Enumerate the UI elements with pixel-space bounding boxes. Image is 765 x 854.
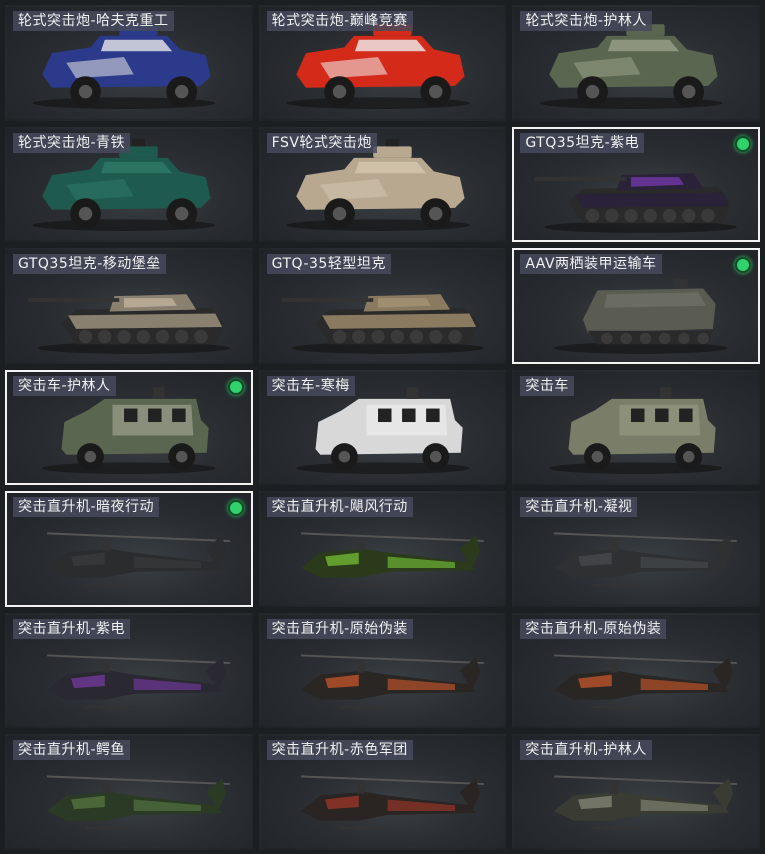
equipped-status-icon <box>735 135 751 152</box>
vehicle-skin-card[interactable]: GTQ35坦克-移动堡垒 <box>5 248 253 364</box>
vehicle-skin-card[interactable]: 突击直升机-凝视 <box>512 491 760 607</box>
vehicle-skin-label: 突击车-护林人 <box>13 375 116 396</box>
vehicle-skin-label: AAV两栖装甲运输车 <box>520 254 662 275</box>
vehicle-skin-card[interactable]: GTQ-35轻型坦克 <box>258 248 507 364</box>
vehicle-skin-label: 轮式突击炮-哈夫克重工 <box>13 11 174 31</box>
vehicle-skin-label: 突击直升机-暗夜行动 <box>13 497 160 518</box>
vehicle-skin-card[interactable]: 突击直升机-鳄鱼 <box>5 734 253 850</box>
equipped-status-icon <box>227 378 244 395</box>
vehicle-skin-card[interactable]: 突击车 <box>512 369 760 486</box>
vehicle-skin-label: 突击直升机-原始伪装 <box>520 618 667 639</box>
vehicle-skin-grid: 轮式突击炮-哈夫克重工 轮式突击炮-巅峰竞赛 轮式突击炮-护林人 轮式突击炮-青… <box>5 5 760 850</box>
vehicle-skin-label: 突击直升机-飓风行动 <box>266 497 413 518</box>
vehicle-skin-label: 轮式突击炮-巅峰竞赛 <box>266 11 413 31</box>
vehicle-skin-label: FSV轮式突击炮 <box>266 132 377 153</box>
vehicle-skin-card[interactable]: 突击直升机-原始伪装 <box>258 612 507 729</box>
vehicle-skin-card[interactable]: 突击车-护林人 <box>5 369 253 486</box>
vehicle-skin-card[interactable]: 轮式突击炮-青铁 <box>5 126 253 243</box>
vehicle-skin-label: 突击直升机-鳄鱼 <box>13 740 131 761</box>
vehicle-skin-label: 轮式突击炮-青铁 <box>13 132 131 153</box>
vehicle-skin-label: 突击车 <box>520 375 574 396</box>
vehicle-skin-card[interactable]: 突击直升机-紫电 <box>5 612 253 729</box>
vehicle-skin-label: 突击直升机-护林人 <box>520 740 652 761</box>
vehicle-skin-card[interactable]: GTQ35坦克-紫电 <box>512 126 760 243</box>
equipped-status-icon <box>227 500 244 517</box>
vehicle-skin-card[interactable]: 突击车-寒梅 <box>258 369 507 486</box>
vehicle-skin-card[interactable]: FSV轮式突击炮 <box>258 126 507 243</box>
vehicle-skin-label: GTQ35坦克-紫电 <box>520 132 645 153</box>
vehicle-skin-label: 轮式突击炮-护林人 <box>520 11 652 31</box>
vehicle-skin-card[interactable]: AAV两栖装甲运输车 <box>512 248 760 364</box>
vehicle-skin-label: GTQ-35轻型坦克 <box>266 254 391 275</box>
vehicle-skin-label: 突击直升机-紫电 <box>13 618 131 639</box>
vehicle-skin-card[interactable]: 突击直升机-原始伪装 <box>512 612 760 729</box>
vehicle-skin-card[interactable]: 突击直升机-赤色军团 <box>258 734 507 850</box>
vehicle-skin-label: 突击直升机-原始伪装 <box>266 618 413 639</box>
vehicle-skin-card[interactable]: 轮式突击炮-护林人 <box>512 5 760 121</box>
vehicle-skin-card[interactable]: 突击直升机-护林人 <box>512 734 760 850</box>
vehicle-skin-label: 突击车-寒梅 <box>266 375 355 396</box>
vehicle-skin-label: 突击直升机-凝视 <box>520 497 638 518</box>
vehicle-skin-card[interactable]: 轮式突击炮-巅峰竞赛 <box>258 5 507 121</box>
vehicle-skin-card[interactable]: 突击直升机-飓风行动 <box>258 491 507 607</box>
vehicle-skin-label: 突击直升机-赤色军团 <box>266 740 413 761</box>
vehicle-skin-label: GTQ35坦克-移动堡垒 <box>13 254 166 275</box>
vehicle-skin-card[interactable]: 轮式突击炮-哈夫克重工 <box>5 5 253 121</box>
vehicle-skin-card[interactable]: 突击直升机-暗夜行动 <box>5 491 253 607</box>
